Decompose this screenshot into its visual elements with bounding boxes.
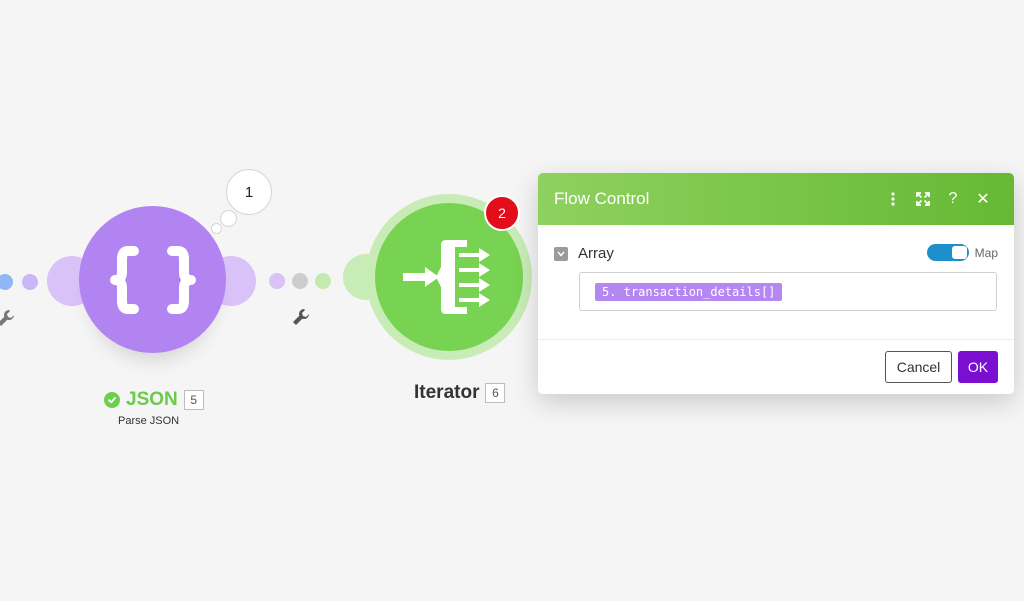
iterator-bundle-badge[interactable]: 2 [484,195,520,231]
map-toggle-group: Map [926,244,998,261]
array-mapping-input[interactable]: 5. transaction_details[] [579,272,997,311]
toggle-knob [951,246,967,259]
connector-dot [269,273,285,289]
json-operations-count: 1 [244,183,254,201]
json-operations-bubble[interactable]: 1 [226,169,272,215]
more-vertical-icon[interactable] [878,184,908,214]
connector-dot [22,274,38,290]
json-module-name: JSON [126,389,178,410]
array-field-row: Array [554,245,614,262]
json-braces-icon [109,245,196,314]
iterator-module-title: Iterator 6 [414,382,506,404]
bubble-tail-small [211,223,222,234]
check-circle-icon [104,392,120,408]
cancel-button[interactable]: Cancel [885,351,952,383]
panel-divider [538,339,1014,340]
help-icon[interactable]: ? [938,184,968,214]
map-toggle[interactable] [926,244,969,261]
connector-dot [315,273,331,289]
map-toggle-label: Map [974,245,998,260]
mapped-variable-pill[interactable]: 5. transaction_details[] [595,282,783,301]
iterator-icon [403,240,490,314]
panel-title: Flow Control [554,189,650,208]
collapse-toggle-icon[interactable] [554,246,568,261]
panel-header[interactable]: Flow Control ? ✕ [538,173,1014,225]
wrench-icon[interactable] [0,308,16,333]
close-icon[interactable]: ✕ [968,184,998,214]
expand-icon[interactable] [908,184,938,214]
json-module-id: 5 [183,390,204,410]
json-module-node[interactable] [79,206,226,353]
json-module-title: JSON 5 [104,389,204,411]
connector-dot [292,273,308,289]
ok-button[interactable]: OK [958,351,998,383]
connector-dot [0,274,13,290]
iterator-bundle-count: 2 [498,205,506,221]
wrench-icon[interactable] [291,307,311,332]
json-module-subtitle: Parse JSON [118,415,180,427]
iterator-module-name: Iterator [414,382,480,403]
bubble-tail-medium [220,210,237,227]
iterator-module-id: 6 [485,383,506,403]
array-field-label: Array [578,245,614,262]
flow-control-panel: Flow Control ? ✕ Array Map 5. transactio… [538,173,1014,394]
